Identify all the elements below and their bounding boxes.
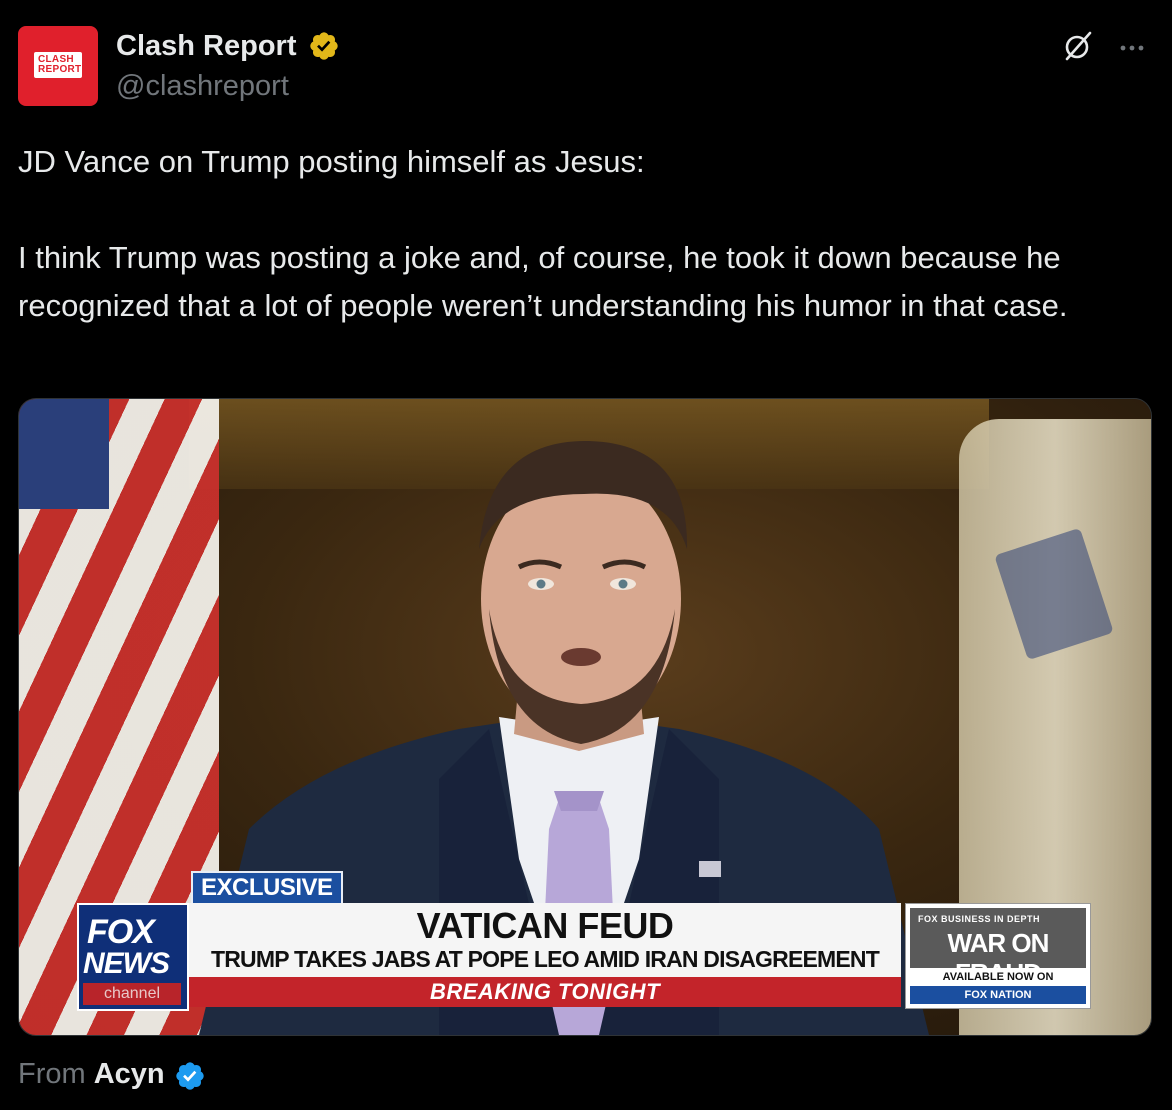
- promo-nation: FOX NATION: [910, 986, 1086, 1004]
- from-label: From: [18, 1058, 86, 1090]
- fox-logo-line2: NEWS: [83, 947, 170, 980]
- breaking-bar: BREAKING TONIGHT: [189, 977, 901, 1007]
- avatar-text-line2: REPORT: [38, 64, 82, 75]
- source-attribution: From Acyn: [18, 1056, 165, 1092]
- tweet-text: JD Vance on Trump posting himself as Jes…: [18, 138, 1158, 330]
- blue-verified-badge-icon: [176, 1062, 204, 1090]
- author-display-name[interactable]: Clash Report: [116, 28, 296, 64]
- promo-available: AVAILABLE NOW ON: [942, 971, 1054, 983]
- promo-banner: FOX BUSINESS IN DEPTH WAR ON FRAUD: [910, 908, 1086, 988]
- tweet-text-line1: JD Vance on Trump posting himself as Jes…: [18, 144, 645, 179]
- chyron-headline: VATICAN FEUD: [416, 905, 674, 946]
- source-name[interactable]: Acyn: [94, 1058, 165, 1090]
- headline-box: VATICAN FEUD TRUMP TAKES JABS AT POPE LE…: [189, 903, 901, 977]
- promo-box: FOX BUSINESS IN DEPTH WAR ON FRAUD AVAIL…: [905, 903, 1091, 1009]
- grok-icon[interactable]: [1060, 28, 1096, 64]
- avatar[interactable]: CLASH REPORT: [18, 26, 98, 106]
- exclusive-tag: EXCLUSIVE: [191, 871, 343, 905]
- fox-logo-line3: channel: [83, 983, 181, 1005]
- chyron-subhead: TRUMP TAKES JABS AT POPE LEO AMID IRAN D…: [211, 946, 880, 972]
- more-options-icon[interactable]: [1114, 30, 1150, 66]
- breaking-text: BREAKING TONIGHT: [429, 979, 661, 1004]
- tweet-video[interactable]: EXCLUSIVE FOX NEWS channel VATICAN FEUD …: [18, 398, 1152, 1036]
- gold-verified-badge-icon: [310, 32, 338, 60]
- tweet-text-line2: I think Trump was posting a joke and, of…: [18, 240, 1068, 323]
- promo-brand: FOX BUSINESS IN DEPTH: [918, 914, 1041, 924]
- fox-news-logo: FOX NEWS channel: [77, 903, 189, 1011]
- author-handle[interactable]: @clashreport: [116, 68, 289, 104]
- news-chyron: EXCLUSIVE FOX NEWS channel VATICAN FEUD …: [19, 399, 1151, 1035]
- fox-logo-line1: FOX: [87, 913, 155, 951]
